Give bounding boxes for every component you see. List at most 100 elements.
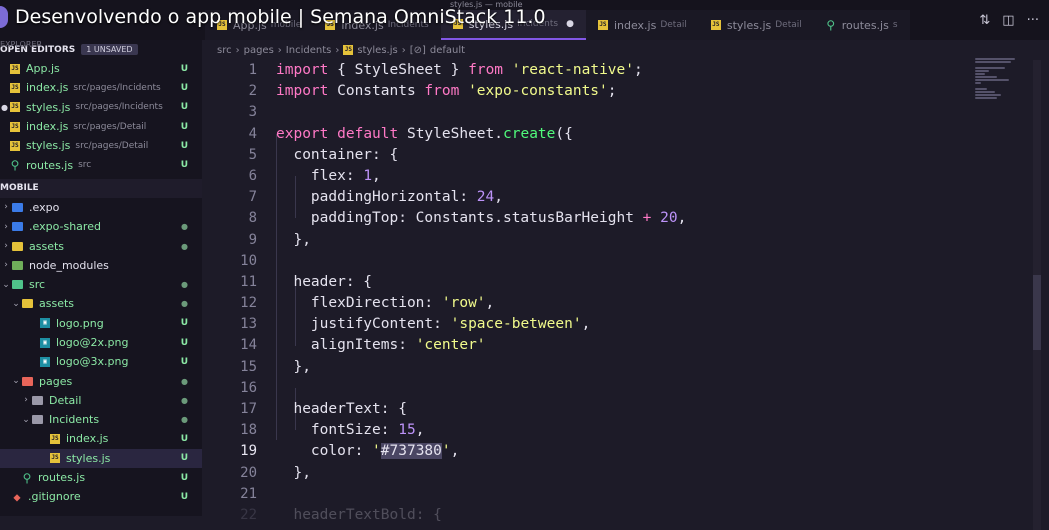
tree-item[interactable]: › Detail ● [0,391,202,410]
code-line[interactable]: headerText: { [276,399,976,420]
tree-item[interactable]: ⚲ routes.js U [0,468,202,487]
code-line[interactable]: paddingTop: Constants.statusBarHeight + … [276,208,976,229]
open-editor-item[interactable]: ● JS styles.js src/pages/Incidents U [0,98,202,117]
git-status-badge: U [180,491,188,502]
tree-item[interactable]: ▣ logo.png U [0,314,202,333]
unsaved-dot-icon[interactable]: ● [1,103,8,112]
chevron-down-icon[interactable]: ⌄ [10,299,22,309]
chevron-down-icon[interactable]: ⌄ [10,376,22,386]
tab-label: styles.js [726,18,772,32]
vertical-scrollbar[interactable] [1033,60,1041,530]
tree-item[interactable]: › node_modules [0,256,202,275]
chevron-down-icon[interactable]: ⌄ [0,280,12,290]
chevron-right-icon[interactable]: › [0,260,12,270]
code-token: { [328,62,355,78]
code-line[interactable]: }, [276,463,976,484]
code-line[interactable]: alignItems: 'center' [276,335,976,356]
open-editor-item[interactable]: JS index.js src/pages/Incidents U [0,78,202,97]
code-token: , [581,316,591,333]
code-line[interactable]: flexDirection: 'row', [276,293,976,314]
open-editor-item[interactable]: JS index.js src/pages/Detail U [0,117,202,136]
code-line[interactable] [276,378,976,399]
line-number: 10 [240,252,257,269]
tree-item[interactable]: ▣ logo@2x.png U [0,333,202,352]
editor-tab[interactable]: ⚲ routes.js s [813,10,910,40]
tree-item[interactable]: JS styles.js U [0,448,202,468]
open-editor-name: styles.js [26,100,71,114]
tree-item[interactable]: ◆ .gitignore U [0,487,202,506]
editor-tab[interactable]: JS index.js Detail [585,10,699,40]
video-title[interactable]: Desenvolvendo o app mobile | Semana Omni… [15,6,546,28]
code-token: ({ [555,125,573,142]
code-token: : Constants.statusBarHeight [398,210,643,227]
chevron-right-icon[interactable]: › [0,222,12,232]
mobile-section-header[interactable]: MOBILE [0,178,202,198]
git-status-badge: ● [181,299,188,309]
tree-item[interactable]: › .expo [0,198,202,217]
code-line[interactable] [276,102,976,123]
code-line[interactable]: paddingHorizontal: 24, [276,187,976,208]
code-token: : [459,189,477,206]
code-line[interactable]: flex: 1, [276,166,976,187]
code-line[interactable]: fontSize: 15, [276,420,976,441]
breadcrumb-item[interactable]: Incidents [286,45,332,56]
chevron-right-icon[interactable]: › [0,241,12,251]
code-line[interactable]: container: { [276,145,976,166]
open-editor-item[interactable]: JS App.js U [0,59,202,78]
tree-item-name: logo@3x.png [56,355,129,369]
code-line[interactable]: }, [276,230,976,251]
open-editor-path: src/pages/Incidents [75,102,163,113]
open-editor-path: src/pages/Incidents [73,82,161,93]
chevron-down-icon[interactable]: ⌄ [20,415,32,425]
code-line[interactable]: import Constants from 'expo-constants'; [276,81,976,102]
code-line[interactable]: }, [276,357,976,378]
git-status-badge: U [180,102,188,113]
code-token: ' [372,443,381,460]
chevron-right-icon[interactable]: › [0,202,12,212]
code-token: 20 [660,210,678,227]
tree-item[interactable]: › .expo-shared ● [0,217,202,236]
split-editor-icon[interactable]: ◫ [1002,13,1014,28]
code-token: flexDirection [276,295,425,312]
tree-item[interactable]: ⌄ src ● [0,275,202,294]
code-line[interactable] [276,251,976,272]
code-token: container [276,146,373,163]
tree-item[interactable]: JS index.js U [0,429,202,448]
open-editor-item[interactable]: ⚲ routes.js src U [0,155,202,174]
code-line[interactable]: export default StyleSheet.create({ [276,124,976,145]
code-token: flex [276,167,346,184]
code-token: ; [633,62,643,78]
breadcrumb-separator-icon: › [401,44,406,56]
breadcrumb-item[interactable]: src [217,45,232,56]
more-icon[interactable]: ··· [1027,13,1039,28]
breadcrumb-item[interactable]: pages [244,45,274,56]
tree-item[interactable]: ⌄ assets ● [0,294,202,313]
code-line[interactable]: justifyContent: 'space-between', [276,314,976,335]
js-file-icon: JS [597,20,608,30]
unsaved-dot-icon[interactable]: ● [566,19,574,29]
tree-item[interactable]: › assets ● [0,236,202,255]
code-line[interactable]: header: { [276,272,976,293]
code-token: #737380 [380,443,442,460]
code-line[interactable] [276,484,976,505]
tree-item[interactable]: ▣ logo@3x.png U [0,352,202,371]
minimap[interactable] [975,58,1027,118]
breadcrumb-item[interactable]: default [430,45,465,56]
compare-icon[interactable]: ⇅ [979,13,990,28]
code-line[interactable]: color: '#737380', [276,441,976,462]
folder-icon [32,415,43,425]
tab-label: index.js [613,18,657,32]
chevron-right-icon[interactable]: › [20,395,32,405]
breadcrumb-item[interactable]: styles.js [357,45,397,56]
editor-tab[interactable]: JS styles.js Detail [698,10,814,40]
code-editor[interactable]: src › pages › Incidents › JS styles.js › [⊘] defau… [205,40,1049,530]
tab-actions: ⇅ ◫ ··· [979,13,1039,28]
open-editor-item[interactable]: JS styles.js src/pages/Detail U [0,136,202,155]
code-line[interactable]: import { StyleSheet } from 'react-native… [276,60,976,81]
js-file-icon: JS [10,121,20,132]
code-area[interactable]: import { StyleSheet } from 'react-native… [276,60,976,526]
tree-item[interactable]: ⌄ Incidents ● [0,410,202,429]
explorer-label: EXPLORER [0,40,42,49]
tree-item[interactable]: ⌄ pages ● [0,371,202,390]
scrollbar-thumb[interactable] [1033,275,1041,350]
